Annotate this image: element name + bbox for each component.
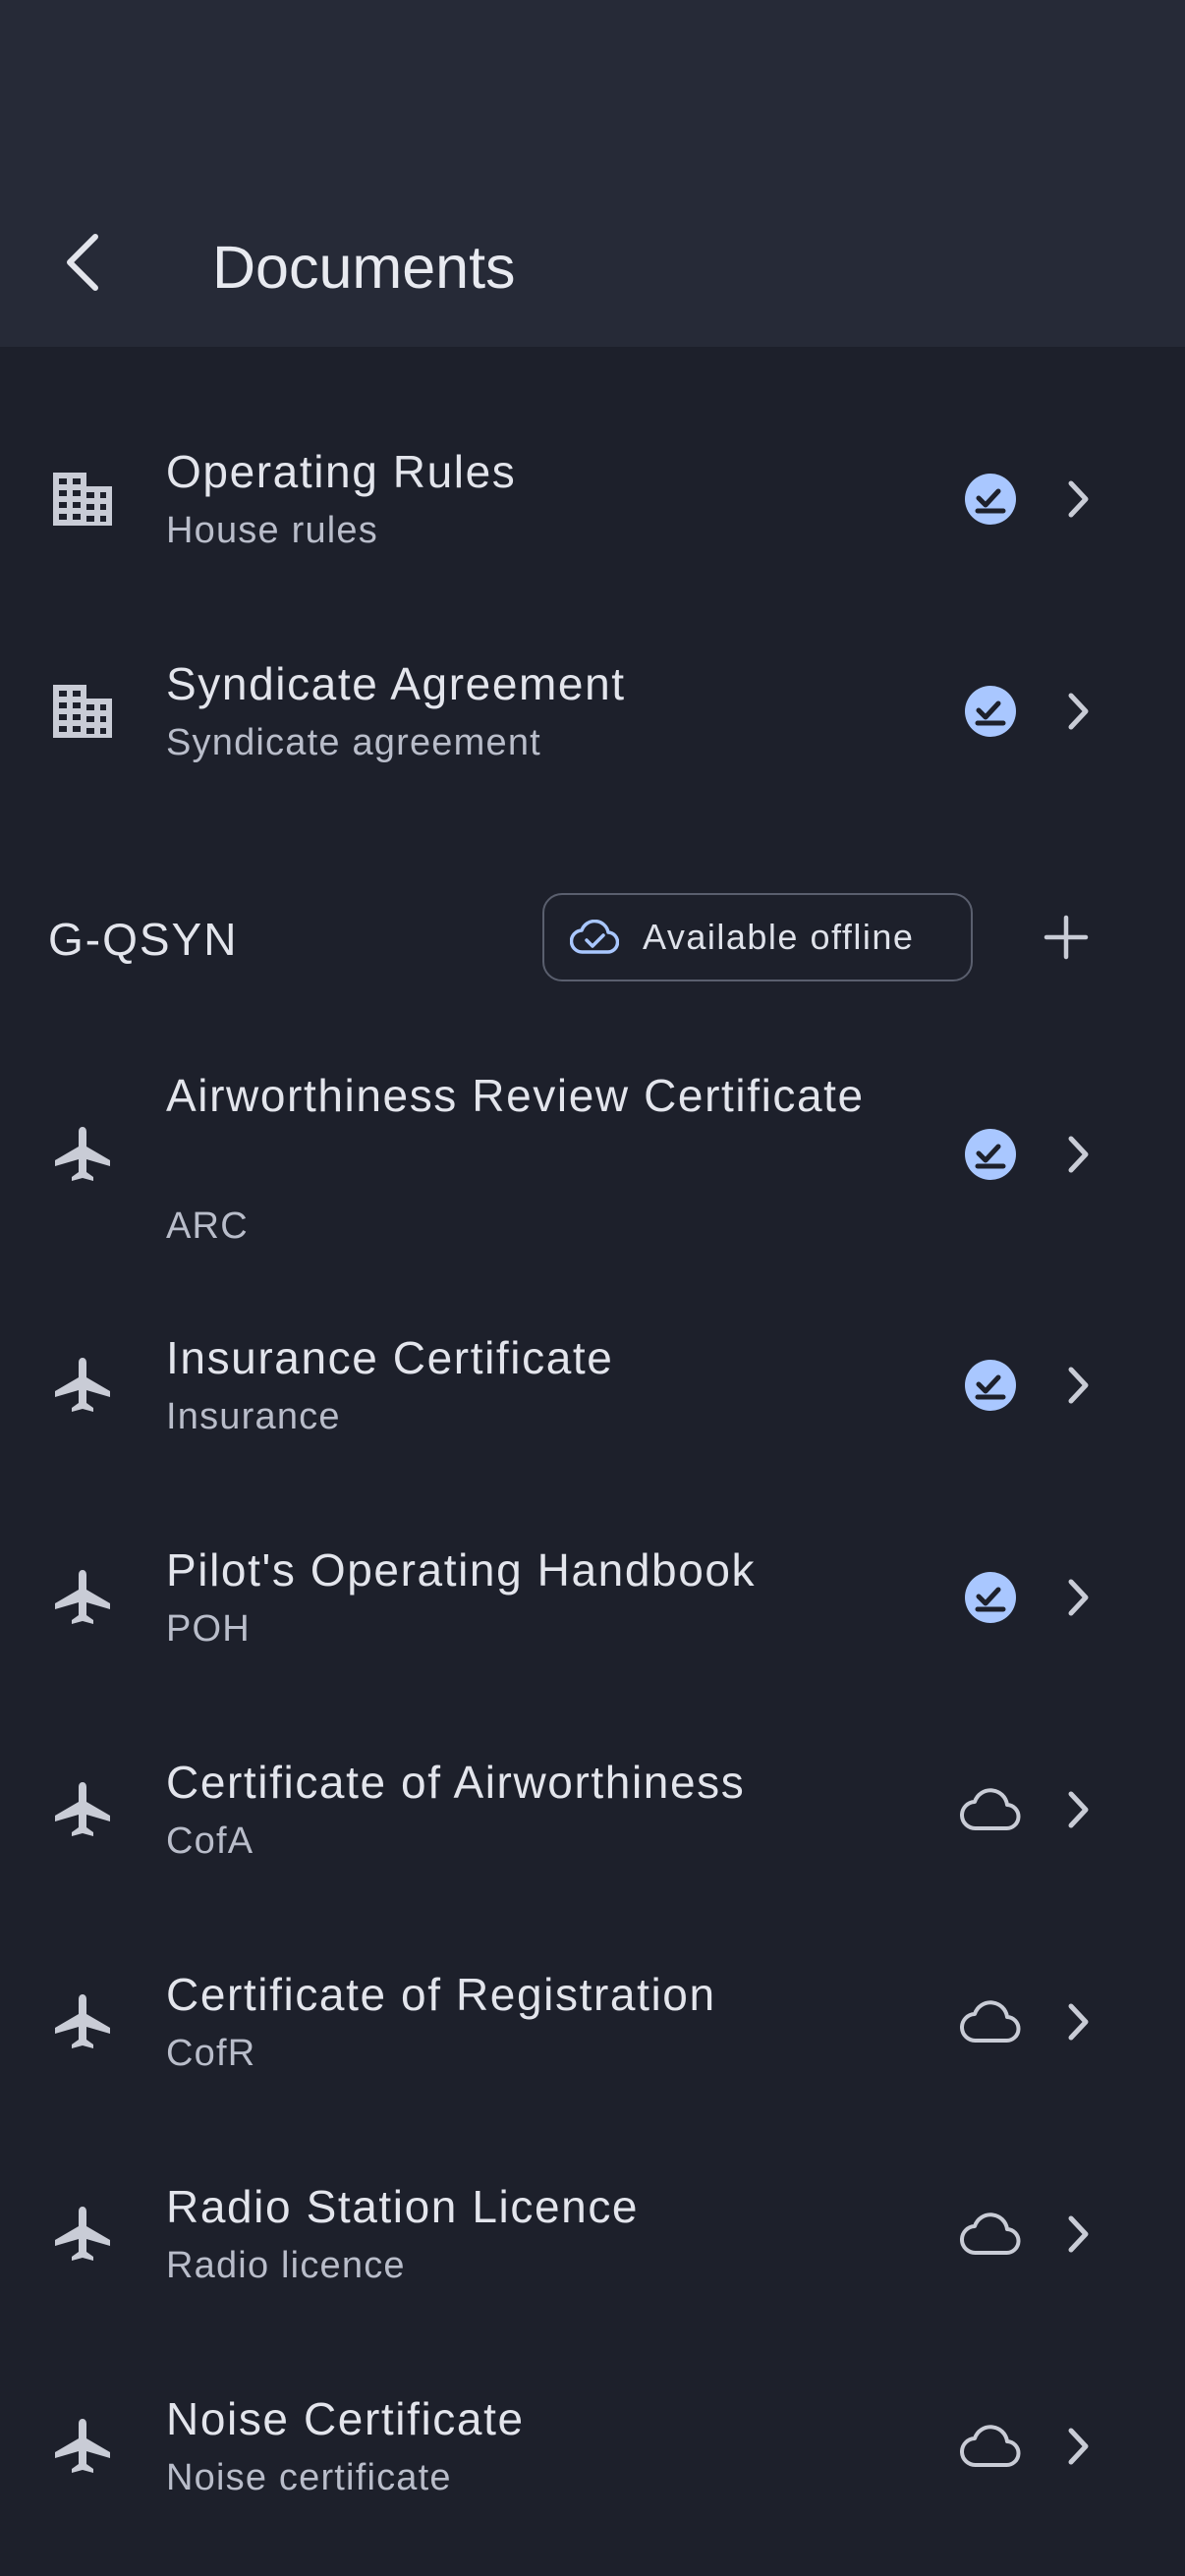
document-subtitle: POH xyxy=(166,1608,251,1650)
list-item-certificate-of-registration[interactable]: Certificate of Registration CofR xyxy=(0,1945,1185,2102)
document-subtitle: CofR xyxy=(166,2033,256,2074)
cloud-icon xyxy=(953,2409,1028,2484)
document-subtitle: CofA xyxy=(166,1820,254,1862)
chevron-right-icon xyxy=(1049,462,1108,536)
document-title: Pilot's Operating Handbook xyxy=(166,1544,757,1596)
documents-screen: documents Operating Rules House rules Sy… xyxy=(0,0,1185,2576)
chevron-right-icon xyxy=(1049,1560,1108,1635)
top-app-bar: Documents xyxy=(0,0,1185,347)
chevron-right-icon xyxy=(1049,1117,1108,1192)
list-item-operating-rules[interactable]: Operating Rules House rules xyxy=(0,422,1185,580)
airplane-icon xyxy=(45,1560,120,1635)
document-list[interactable]: documents Operating Rules House rules Sy… xyxy=(0,0,1185,2576)
airplane-icon xyxy=(45,1348,120,1423)
document-title: Airworthiness Review Certificate xyxy=(166,1070,865,1121)
document-title: Certificate of Airworthiness xyxy=(166,1757,746,1808)
back-arrow-icon xyxy=(67,234,98,291)
airplane-icon xyxy=(45,2197,120,2271)
plus-icon xyxy=(1044,915,1089,960)
document-subtitle: Syndicate agreement xyxy=(166,722,541,763)
airplane-icon xyxy=(45,1772,120,1847)
airplane-icon xyxy=(45,1117,120,1192)
document-subtitle: Noise certificate xyxy=(166,2457,452,2498)
available-offline-chip[interactable]: Available offline xyxy=(542,893,973,981)
offline-check-icon xyxy=(953,1117,1028,1192)
cloud-icon xyxy=(953,1772,1028,1847)
list-item-syndicate-agreement[interactable]: Syndicate Agreement Syndicate agreement xyxy=(0,635,1185,792)
building-icon xyxy=(45,674,120,749)
list-item-insurance-certificate[interactable]: Insurance Certificate Insurance xyxy=(0,1309,1185,1466)
list-item-certificate-of-airworthiness[interactable]: Certificate of Airworthiness CofA xyxy=(0,1733,1185,1890)
offline-check-icon xyxy=(953,462,1028,536)
cloud-icon xyxy=(953,1985,1028,2059)
list-item-pilots-operating-handbook[interactable]: Pilot's Operating Handbook POH xyxy=(0,1521,1185,1678)
document-title: Radio Station Licence xyxy=(166,2181,640,2232)
airplane-icon xyxy=(45,2409,120,2484)
building-icon xyxy=(45,462,120,536)
list-item-airworthiness-review-certificate[interactable]: Airworthiness Review Certificate ARC xyxy=(0,1041,1185,1258)
available-offline-label: Available offline xyxy=(643,917,915,957)
chevron-right-icon xyxy=(1049,1772,1108,1847)
offline-check-icon xyxy=(953,1348,1028,1423)
document-title: Certificate of Registration xyxy=(166,1969,716,2020)
back-button[interactable] xyxy=(39,218,128,307)
chevron-right-icon xyxy=(1049,674,1108,749)
document-title: Syndicate Agreement xyxy=(166,658,626,709)
chevron-right-icon xyxy=(1049,2197,1108,2271)
document-subtitle: Radio licence xyxy=(166,2245,406,2286)
document-title: Operating Rules xyxy=(166,446,517,497)
document-subtitle: ARC xyxy=(166,1205,249,1247)
list-item-noise-certificate[interactable]: Noise Certificate Noise certificate xyxy=(0,2370,1185,2527)
document-subtitle: House rules xyxy=(166,510,378,551)
document-title: Noise Certificate xyxy=(166,2393,525,2444)
offline-check-icon xyxy=(953,674,1028,749)
cloud-done-icon xyxy=(570,920,619,954)
document-title: Insurance Certificate xyxy=(166,1332,614,1383)
document-subtitle: Insurance xyxy=(166,1396,341,1437)
list-item-radio-station-licence[interactable]: Radio Station Licence Radio licence xyxy=(0,2157,1185,2315)
cloud-icon xyxy=(953,2197,1028,2271)
aircraft-registration-label: G-QSYN xyxy=(48,914,239,965)
add-document-button[interactable] xyxy=(1032,896,1100,979)
airplane-icon xyxy=(45,1985,120,2059)
offline-check-icon xyxy=(953,1560,1028,1635)
chevron-right-icon xyxy=(1049,1985,1108,2059)
chevron-right-icon xyxy=(1049,1348,1108,1423)
chevron-right-icon xyxy=(1049,2409,1108,2484)
page-title: Documents xyxy=(212,234,516,301)
